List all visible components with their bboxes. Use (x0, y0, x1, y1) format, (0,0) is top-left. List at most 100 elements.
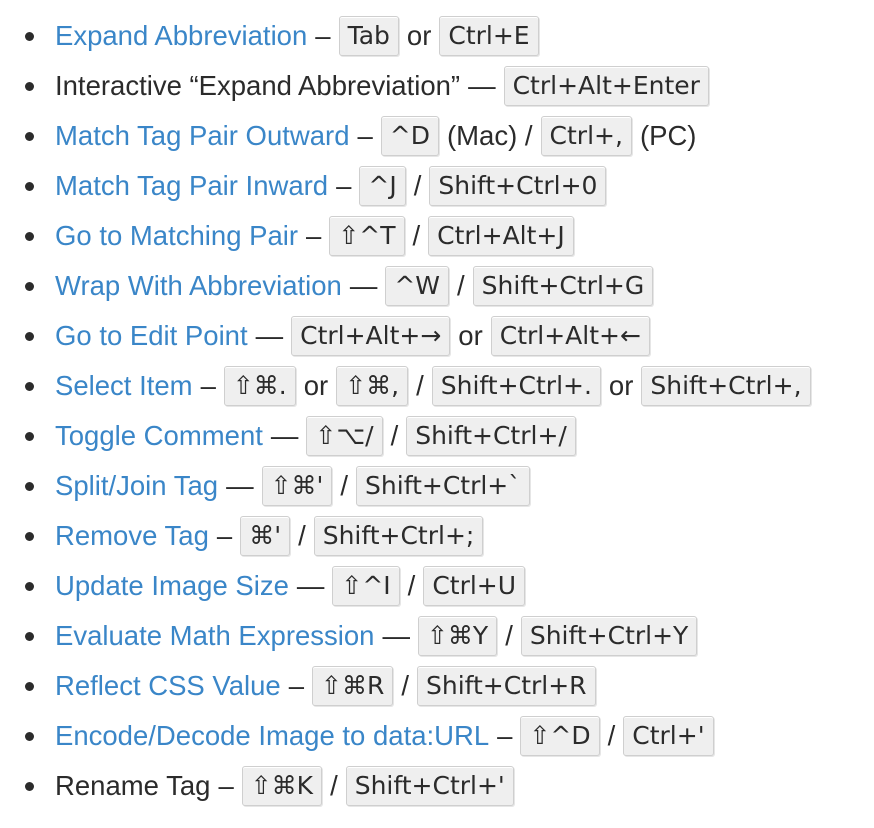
list-item-interactive-expand-abbreviation: Interactive “Expand Abbreviation” — Ctrl+A… (0, 61, 874, 111)
connector-text: / (340, 470, 349, 501)
connector-text: / (401, 670, 409, 701)
key-combo: Ctrl+Alt+J (428, 216, 574, 256)
key-combo: Tab (338, 16, 399, 56)
list-item-expand-abbreviation: Expand Abbreviation – Tab or Ctrl+E (0, 11, 874, 61)
key-combo: Ctrl+Alt+Enter (503, 66, 709, 106)
command-link[interactable]: Wrap With Abbreviation (55, 270, 342, 302)
command-link[interactable]: Toggle Comment (55, 420, 263, 452)
key-combo: Ctrl+Alt+→ (291, 316, 451, 356)
list-item-reflect-css-value: Reflect CSS Value – ⇧⌘R / Shift+Ctrl+R (0, 661, 874, 711)
connector-text: / (505, 620, 513, 651)
platform-note: (PC) (639, 120, 697, 151)
bullet-icon (25, 232, 34, 241)
key-combo: Ctrl+Alt+← (490, 316, 650, 356)
dash-separator: – (357, 120, 373, 151)
key-combo: Ctrl+, (540, 116, 632, 156)
bullet-icon (25, 682, 34, 691)
bullet-icon (25, 482, 34, 491)
connector-text: / (413, 170, 422, 201)
dash-separator: – (306, 220, 322, 251)
bullet-icon (25, 282, 34, 291)
dash-separator: — (226, 470, 254, 501)
list-item-encode-decode-image-to-data-url: Encode/Decode Image to data:URL – ⇧^D / Ctrl… (0, 711, 874, 761)
shortcut-list: Expand Abbreviation – Tab or Ctrl+E Interacti… (0, 0, 874, 811)
key-combo: ^D (380, 116, 439, 156)
dash-separator: — (468, 70, 496, 101)
key-combo: Ctrl+U (423, 566, 526, 606)
list-item-rename-tag: Rename Tag – ⇧⌘K / Shift+Ctrl+' (0, 761, 874, 811)
key-combo: ⇧^T (329, 216, 405, 256)
connector-text: / (330, 770, 338, 801)
list-item-update-image-size: Update Image Size — ⇧^I / Ctrl+U (0, 561, 874, 611)
key-combo: Shift+Ctrl+' (345, 766, 514, 806)
key-combo: Ctrl+E (439, 16, 539, 56)
command-link[interactable]: Encode/Decode Image to data:URL (55, 720, 489, 752)
key-combo: ⇧⌥/ (306, 416, 383, 456)
connector-text: / (407, 570, 416, 601)
key-combo: Shift+Ctrl+0 (429, 166, 607, 206)
key-combo: ^J (359, 166, 406, 206)
dash-separator: – (336, 170, 352, 201)
key-combo: ⇧^I (332, 566, 400, 606)
key-combo: Shift+Ctrl+/ (406, 416, 576, 456)
command-link[interactable]: Split/Join Tag (55, 470, 218, 502)
connector-text: / (416, 370, 424, 401)
list-item-toggle-comment: Toggle Comment — ⇧⌥// Shift+Ctrl+/ (0, 411, 874, 461)
dash-separator: – (497, 720, 513, 751)
command-link[interactable]: Reflect CSS Value (55, 670, 281, 702)
key-combo: Shift+Ctrl+R (416, 666, 596, 706)
command-label: Interactive “Expand Abbreviation” (55, 70, 461, 101)
key-combo: Shift+Ctrl+, (641, 366, 811, 406)
connector-text: / (298, 520, 306, 551)
bullet-icon (25, 782, 34, 791)
key-combo: ⇧^D (520, 716, 600, 756)
command-link[interactable]: Match Tag Pair Inward (55, 170, 328, 202)
list-item-go-to-matching-pair: Go to Matching Pair – ⇧^T / Ctrl+Alt+J (0, 211, 874, 261)
list-item-select-item: Select Item – ⇧⌘. or ⇧⌘, / Shift+Ctrl+. or Shift… (0, 361, 874, 411)
bullet-icon (25, 332, 34, 341)
command-link[interactable]: Expand Abbreviation (55, 20, 307, 52)
connector-text: or (458, 320, 483, 351)
command-link[interactable]: Match Tag Pair Outward (55, 120, 349, 152)
dash-separator: – (288, 670, 305, 701)
command-link[interactable]: Select Item (55, 370, 193, 402)
dash-separator: — (382, 620, 410, 651)
bullet-icon (25, 382, 34, 391)
connector-text: or (608, 370, 634, 401)
command-link[interactable]: Remove Tag (55, 520, 209, 552)
list-item-match-tag-pair-inward: Match Tag Pair Inward – ^J / Shift+Ctrl+0 (0, 161, 874, 211)
bullet-icon (25, 432, 34, 441)
key-combo: ^W (385, 266, 450, 306)
dash-separator: – (216, 520, 233, 551)
connector-text: or (406, 20, 432, 51)
key-combo: Shift+Ctrl+G (472, 266, 654, 306)
connector-text: / (607, 720, 616, 751)
bullet-icon (25, 82, 34, 91)
key-combo: ⌘' (240, 516, 291, 556)
bullet-icon (25, 532, 34, 541)
command-link[interactable]: Evaluate Math Expression (55, 620, 374, 652)
dash-separator: — (270, 420, 299, 451)
bullet-icon (25, 732, 34, 741)
list-item-match-tag-pair-outward: Match Tag Pair Outward – ^D (Mac) / Ctrl+, (P… (0, 111, 874, 161)
key-combo: Shift+Ctrl+Y (520, 616, 698, 656)
connector-text: / (412, 220, 421, 251)
command-link[interactable]: Update Image Size (55, 570, 289, 602)
command-link[interactable]: Go to Edit Point (55, 320, 248, 352)
command-label: Rename Tag (55, 770, 211, 801)
bullet-icon (25, 582, 34, 591)
list-item-go-to-edit-point: Go to Edit Point — Ctrl+Alt+→ or Ctrl+Alt+← (0, 311, 874, 361)
bullet-icon (25, 32, 34, 41)
dash-separator: – (218, 770, 234, 801)
key-combo: Shift+Ctrl+. (431, 366, 601, 406)
connector-text: or (303, 370, 329, 401)
list-item-remove-tag: Remove Tag – ⌘' / Shift+Ctrl+; (0, 511, 874, 561)
key-combo: ⇧⌘K (241, 766, 323, 806)
command-link[interactable]: Go to Matching Pair (55, 220, 298, 252)
key-combo: ⇧⌘' (261, 466, 333, 506)
dash-separator: — (296, 570, 325, 601)
key-combo: Ctrl+' (623, 716, 714, 756)
bullet-icon (25, 182, 34, 191)
list-item-wrap-with-abbreviation: Wrap With Abbreviation — ^W / Shift+Ctrl+G (0, 261, 874, 311)
bullet-icon (25, 632, 34, 641)
